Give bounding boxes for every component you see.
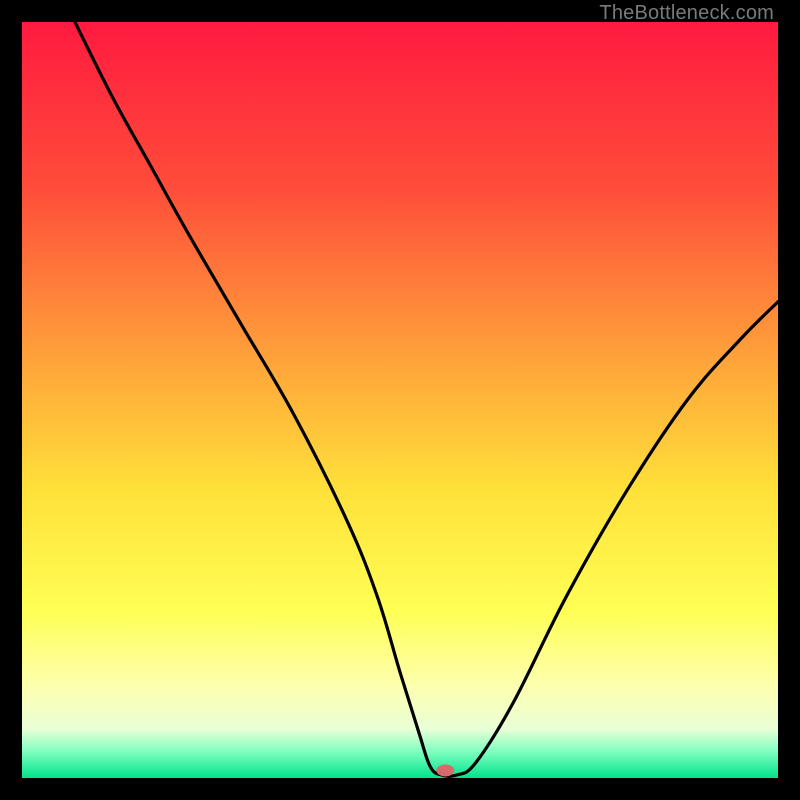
chart-frame <box>22 22 778 778</box>
chart-background-gradient <box>22 22 778 778</box>
minimum-marker <box>436 764 454 776</box>
bottleneck-chart <box>22 22 778 778</box>
